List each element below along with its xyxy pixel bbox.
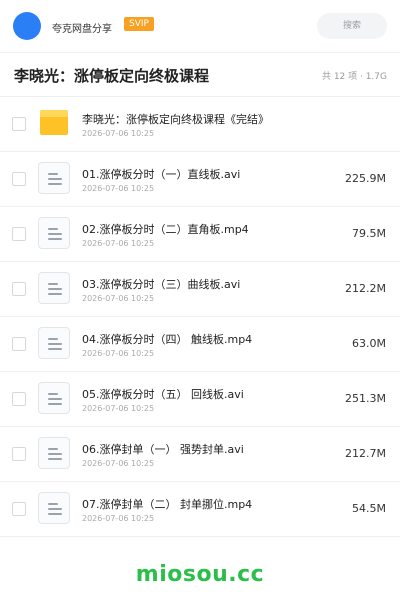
item-size: 212.2M — [345, 282, 386, 295]
item-name: 李晓光：涨停板定向终极课程《完结》 — [82, 113, 269, 126]
search-input[interactable]: 搜索 — [317, 13, 387, 39]
item-name: 04.涨停板分时（四） 触线板.mp4 — [82, 333, 253, 346]
item-name: 07.涨停封单（二） 封单挪位.mp4 — [82, 498, 253, 511]
document-icon — [38, 217, 70, 249]
item-checkbox[interactable] — [12, 282, 26, 296]
item-checkbox[interactable] — [12, 502, 26, 516]
item-date: 2026-07-06 10:25 — [82, 129, 155, 138]
item-size: 54.5M — [352, 502, 386, 515]
item-date: 2026-07-06 10:25 — [82, 404, 155, 413]
item-size: 225.9M — [345, 172, 386, 185]
list-item[interactable]: 06.涨停封单（一） 强势封单.avi 2026-07-06 10:25 212… — [0, 427, 400, 482]
document-icon — [38, 492, 70, 524]
top-bar: 夸克网盘分享 SVIP 搜索 — [0, 0, 400, 53]
item-date: 2026-07-06 10:25 — [82, 349, 155, 358]
list-item[interactable]: 李晓光：涨停板定向终极课程《完结》 2026-07-06 10:25 — [0, 97, 400, 152]
item-name: 05.涨停板分时（五） 回线板.avi — [82, 388, 244, 401]
avatar[interactable] — [13, 12, 41, 40]
list-item[interactable]: 07.涨停封单（二） 封单挪位.mp4 2026-07-06 10:25 54.… — [0, 482, 400, 537]
item-checkbox[interactable] — [12, 447, 26, 461]
item-size: 251.3M — [345, 392, 386, 405]
item-date: 2026-07-06 10:25 — [82, 514, 155, 523]
item-name: 06.涨停封单（一） 强势封单.avi — [82, 443, 244, 456]
page-title: 李晓光：涨停板定向终极课程 — [14, 67, 210, 85]
list-item[interactable]: 04.涨停板分时（四） 触线板.mp4 2026-07-06 10:25 63.… — [0, 317, 400, 372]
item-checkbox[interactable] — [12, 392, 26, 406]
list-item[interactable]: 03.涨停板分时（三）曲线板.avi 2026-07-06 10:25 212.… — [0, 262, 400, 317]
document-icon — [38, 382, 70, 414]
item-checkbox[interactable] — [12, 337, 26, 351]
item-name: 01.涨停板分时（一）直线板.avi — [82, 168, 241, 181]
item-date: 2026-07-06 10:25 — [82, 294, 155, 303]
folder-header: 李晓光：涨停板定向终极课程 共 12 项 · 1.7G — [0, 52, 400, 97]
document-icon — [38, 437, 70, 469]
item-date: 2026-07-06 10:25 — [82, 184, 155, 193]
item-size: 79.5M — [352, 227, 386, 240]
item-name: 03.涨停板分时（三）曲线板.avi — [82, 278, 241, 291]
document-icon — [38, 162, 70, 194]
item-name: 02.涨停板分时（二）直角板.mp4 — [82, 223, 249, 236]
item-checkbox[interactable] — [12, 172, 26, 186]
svip-badge[interactable]: SVIP — [124, 17, 154, 31]
app-name: 夸克网盘分享 — [52, 24, 112, 35]
item-summary: 共 12 项 · 1.7G — [321, 72, 387, 82]
file-list: 李晓光：涨停板定向终极课程《完结》 2026-07-06 10:25 01.涨停… — [0, 97, 400, 537]
document-icon — [38, 272, 70, 304]
item-checkbox[interactable] — [12, 117, 26, 131]
document-icon — [38, 327, 70, 359]
folder-icon — [38, 107, 70, 139]
list-item[interactable]: 05.涨停板分时（五） 回线板.avi 2026-07-06 10:25 251… — [0, 372, 400, 427]
list-item[interactable]: 02.涨停板分时（二）直角板.mp4 2026-07-06 10:25 79.5… — [0, 207, 400, 262]
list-item[interactable]: 01.涨停板分时（一）直线板.avi 2026-07-06 10:25 225.… — [0, 152, 400, 207]
item-date: 2026-07-06 10:25 — [82, 239, 155, 248]
item-size: 212.7M — [345, 447, 386, 460]
item-size: 63.0M — [352, 337, 386, 350]
watermark: miosou.cc — [135, 562, 265, 587]
item-date: 2026-07-06 10:25 — [82, 459, 155, 468]
item-checkbox[interactable] — [12, 227, 26, 241]
